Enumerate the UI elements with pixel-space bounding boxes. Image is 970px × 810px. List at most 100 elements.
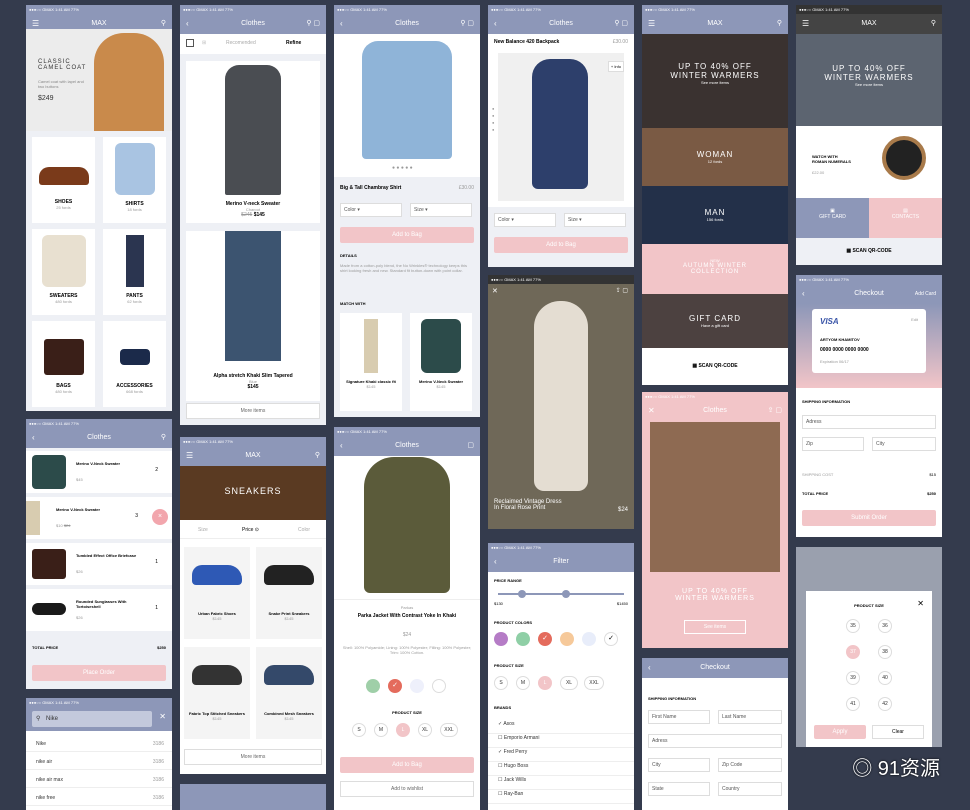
product-card[interactable]: Combined Mesh Sneakers $145: [256, 647, 322, 739]
size-option[interactable]: XXL: [440, 723, 458, 737]
clear-button[interactable]: Clear: [872, 725, 924, 739]
hero-banner[interactable]: CLASSIC CAMEL COAT Camel coat with lapel…: [26, 29, 172, 131]
back-icon[interactable]: ‹: [494, 552, 497, 572]
color-swatch-green[interactable]: [366, 679, 380, 693]
color-select[interactable]: Color ▾: [340, 203, 402, 217]
back-icon[interactable]: ‹: [186, 14, 189, 34]
category-bags[interactable]: BAGS 480 fords: [32, 321, 95, 407]
add-to-wishlist-button[interactable]: Add to wishlist: [340, 781, 474, 797]
category-shirts[interactable]: SHIRTS 18 fords: [103, 137, 166, 223]
search-input[interactable]: ⚲ Nike: [32, 711, 152, 727]
back-icon[interactable]: ‹: [340, 436, 343, 456]
first-name-input[interactable]: First Name: [648, 710, 710, 724]
size-option[interactable]: M: [516, 676, 530, 690]
size-option[interactable]: XL: [560, 676, 578, 690]
add-to-bag-button[interactable]: Add to Bag: [340, 227, 474, 243]
back-icon[interactable]: ‹: [32, 428, 35, 448]
promo-banner[interactable]: UP TO 40% OFF WINTER WARMERS See more ite…: [642, 34, 788, 128]
more-items-button[interactable]: More items: [186, 403, 320, 419]
color-swatch-red-selected[interactable]: ✓: [538, 632, 552, 646]
size-option[interactable]: 36: [878, 619, 892, 633]
suggestion-item[interactable]: nike air 3186: [26, 754, 172, 770]
more-items-button[interactable]: More items: [184, 749, 322, 765]
size-option[interactable]: XL: [418, 723, 432, 737]
size-select[interactable]: Size ▾: [410, 203, 472, 217]
category-sweaters[interactable]: SWEATERS 480 fords: [32, 229, 95, 315]
size-option[interactable]: 35: [846, 619, 860, 633]
zip-input[interactable]: Zip Code: [718, 758, 782, 772]
last-name-input[interactable]: Last Name: [718, 710, 782, 724]
brand-item[interactable]: ☐ Ray-Ban: [488, 791, 634, 804]
product-card[interactable]: Alpha stretch Khaki Slim Tapered Blue $145: [186, 231, 320, 401]
tab-color[interactable]: Color: [298, 527, 310, 533]
autumn-collection[interactable]: NEW AUTUMN WINTER COLLECTION: [642, 244, 788, 294]
size-option-selected[interactable]: L: [396, 723, 410, 737]
item-quantity[interactable]: 2: [155, 467, 158, 473]
place-order-button[interactable]: Place Order: [32, 665, 166, 681]
cart-item[interactable]: Merino V-Neck Sweater $45 2: [26, 451, 172, 493]
grid-toggle-icon[interactable]: [186, 39, 194, 47]
size-option[interactable]: 40: [878, 671, 892, 685]
contacts-tile[interactable]: ▤ CONTACTS: [869, 198, 942, 238]
add-card-button[interactable]: Add Card: [915, 284, 936, 304]
share-icon[interactable]: ⇪ ▢: [616, 287, 628, 294]
size-option-selected[interactable]: L: [538, 676, 552, 690]
size-option[interactable]: 42: [878, 697, 892, 711]
back-icon[interactable]: ‹: [340, 14, 343, 34]
slider-handle-min[interactable]: [518, 590, 526, 598]
menu-icon[interactable]: ☰: [186, 446, 193, 466]
menu-icon[interactable]: ☰: [648, 14, 655, 34]
color-swatch-lavender[interactable]: [582, 632, 596, 646]
edit-card-button[interactable]: Edit: [911, 317, 918, 322]
color-swatch-white[interactable]: [432, 679, 446, 693]
color-swatch-lavender[interactable]: [410, 679, 424, 693]
watch-promo[interactable]: WATCH WITH ROMAN NUMERALS £22.00: [796, 126, 942, 198]
apply-button[interactable]: Apply: [814, 725, 866, 739]
color-swatch-white-selected[interactable]: ✓: [604, 632, 618, 646]
address-input[interactable]: Adress: [648, 734, 782, 748]
gift-card-banner[interactable]: GIFT CARD Have a gift card: [642, 294, 788, 348]
item-quantity[interactable]: 1: [155, 559, 158, 565]
size-option[interactable]: S: [494, 676, 508, 690]
menu-icon[interactable]: ☰: [802, 14, 809, 34]
search-icon[interactable]: ⚲: [315, 446, 320, 466]
size-option[interactable]: 38: [878, 645, 892, 659]
size-option[interactable]: S: [352, 723, 366, 737]
size-option[interactable]: M: [374, 723, 388, 737]
product-card[interactable]: Merino V-neck Sweater Charpot $245 $145: [186, 61, 320, 223]
size-option[interactable]: 39: [846, 671, 860, 685]
price-slider-track[interactable]: [498, 593, 624, 595]
bag-icon[interactable]: ⚲ ▢: [306, 14, 320, 34]
city-input[interactable]: City: [872, 437, 936, 451]
close-icon[interactable]: ✕: [492, 287, 498, 295]
item-quantity[interactable]: 1: [155, 605, 158, 611]
match-item[interactable]: Merino V-Neck Sweater $145: [410, 313, 472, 411]
add-to-bag-button[interactable]: Add to Bag: [340, 757, 474, 773]
item-quantity[interactable]: 3: [135, 513, 138, 519]
category-pants[interactable]: PANTS 62 fords: [103, 229, 166, 315]
carousel-dots[interactable]: ● ● ● ●: [492, 105, 496, 133]
suggestion-item[interactable]: Nike 3186: [26, 736, 172, 752]
back-icon[interactable]: ‹: [494, 14, 497, 34]
category-accessories[interactable]: ACCESSORIES 668 fords: [103, 321, 166, 407]
close-icon[interactable]: ✕: [917, 599, 924, 608]
clear-search-icon[interactable]: ✕: [159, 712, 166, 721]
close-icon[interactable]: ✕: [648, 401, 655, 421]
cart-item[interactable]: Merino V-Neck Sweater $10 $24 3 ×: [26, 497, 172, 539]
product-card[interactable]: Fabric Top Stitched Sneakers $145: [184, 647, 250, 739]
category-shoes[interactable]: SHOES 25 fords: [32, 137, 95, 223]
color-swatch-red-selected[interactable]: ✓: [388, 679, 402, 693]
size-option[interactable]: XXL: [584, 676, 604, 690]
carousel-dots[interactable]: ● ● ● ● ●: [392, 165, 413, 171]
scan-qr-button[interactable]: ▦ SCAN QR-CODE: [642, 348, 788, 385]
back-icon[interactable]: ‹: [648, 658, 651, 678]
slider-handle-max[interactable]: [562, 590, 570, 598]
back-icon[interactable]: ‹: [802, 284, 805, 304]
search-icon[interactable]: ⚲: [161, 428, 166, 448]
man-category[interactable]: MAN 156 fords: [642, 186, 788, 244]
share-icon[interactable]: ⇪ ▢: [768, 401, 782, 421]
product-card[interactable]: Snake Print Sneakers $145: [256, 547, 322, 639]
color-swatch-green[interactable]: [516, 632, 530, 646]
brand-item[interactable]: ☐ Jack Wills: [488, 777, 634, 790]
color-swatch-purple[interactable]: [494, 632, 508, 646]
